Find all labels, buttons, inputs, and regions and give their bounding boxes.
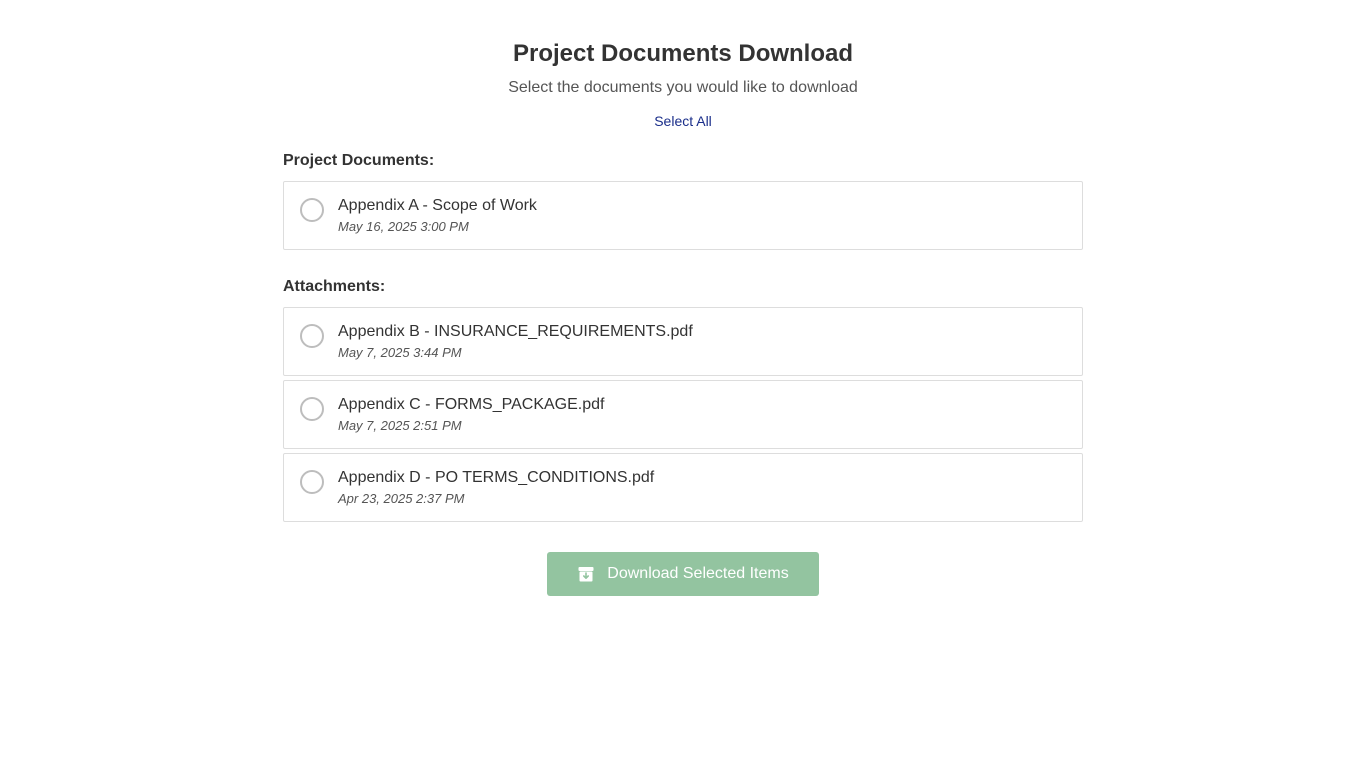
document-date: Apr 23, 2025 2:37 PM [338, 491, 465, 506]
radio-button[interactable] [300, 470, 324, 494]
document-text: Appendix D - PO TERMS_CONDITIONS.pdf Apr… [338, 469, 654, 506]
download-selected-button[interactable]: Download Selected Items [547, 552, 819, 596]
archive-download-icon [577, 565, 595, 583]
document-item-appendix-a[interactable]: Appendix A - Scope of Work May 16, 2025 … [283, 181, 1083, 250]
document-date: May 16, 2025 3:00 PM [338, 219, 469, 234]
document-text: Appendix A - Scope of Work May 16, 2025 … [338, 197, 537, 234]
attachments-list: Appendix B - INSURANCE_REQUIREMENTS.pdf … [283, 307, 1083, 522]
attachment-item-appendix-c[interactable]: Appendix C - FORMS_PACKAGE.pdf May 7, 20… [283, 380, 1083, 449]
download-wrapper: Download Selected Items [283, 552, 1083, 596]
page-title: Project Documents Download [512, 40, 854, 67]
page-subtitle: Select the documents you would like to d… [508, 79, 858, 96]
document-name: Appendix D - PO TERMS_CONDITIONS.pdf [338, 469, 655, 486]
document-name: Appendix C - FORMS_PACKAGE.pdf [338, 396, 605, 413]
document-date: May 7, 2025 2:51 PM [338, 418, 462, 433]
select-all-wrapper: Select All [283, 112, 1083, 131]
document-name: Appendix B - INSURANCE_REQUIREMENTS.pdf [338, 323, 693, 340]
project-documents-list: Appendix A - Scope of Work May 16, 2025 … [283, 181, 1083, 250]
document-date: May 7, 2025 3:44 PM [338, 345, 462, 360]
download-button-label: Download Selected Items [607, 565, 789, 582]
radio-button[interactable] [300, 324, 324, 348]
download-page: Project Documents Download Select the do… [283, 0, 1083, 596]
document-text: Appendix C - FORMS_PACKAGE.pdf May 7, 20… [338, 396, 604, 433]
project-documents-heading: Project Documents: [283, 152, 435, 169]
document-name: Appendix A - Scope of Work [338, 197, 537, 214]
radio-button[interactable] [300, 198, 324, 222]
attachment-item-appendix-d[interactable]: Appendix D - PO TERMS_CONDITIONS.pdf Apr… [283, 453, 1083, 522]
attachments-heading: Attachments: [283, 278, 386, 295]
attachment-item-appendix-b[interactable]: Appendix B - INSURANCE_REQUIREMENTS.pdf … [283, 307, 1083, 376]
document-text: Appendix B - INSURANCE_REQUIREMENTS.pdf … [338, 323, 693, 360]
select-all-link[interactable]: Select All [654, 113, 712, 129]
radio-button[interactable] [300, 397, 324, 421]
